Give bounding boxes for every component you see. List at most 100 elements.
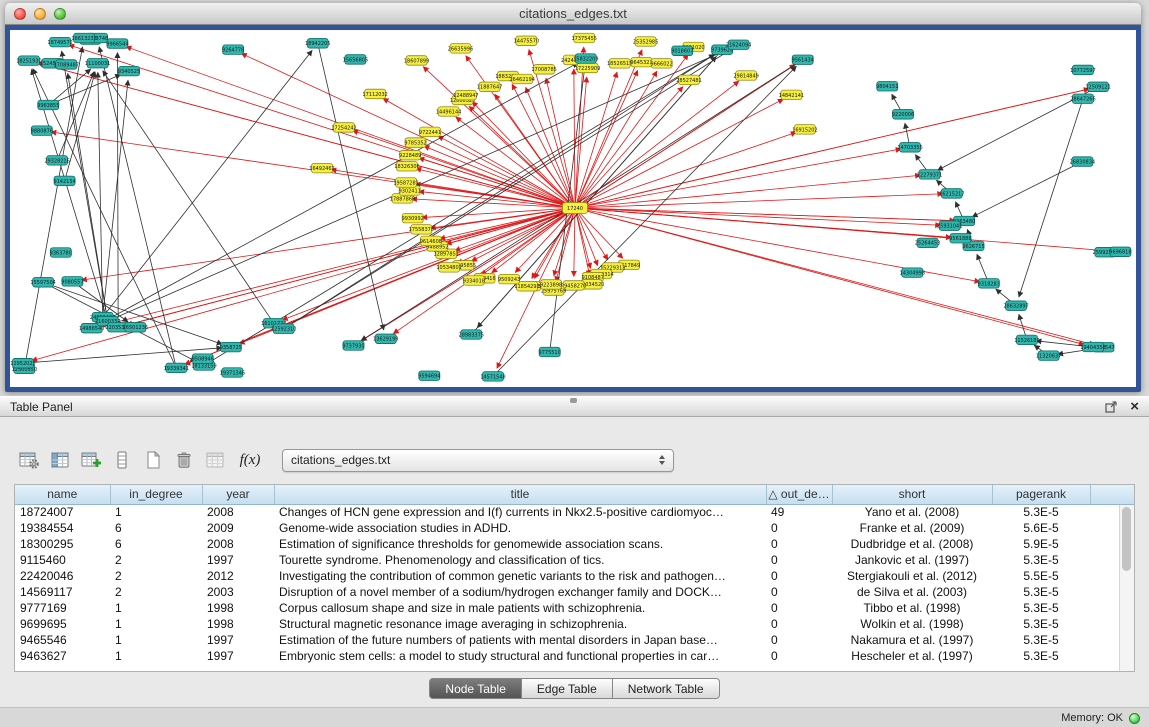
table-row[interactable]: 977716911998Corpus callosum shape and si… [15, 600, 1134, 616]
new-file-button[interactable] [140, 448, 166, 472]
graph-node-label: 18749572 [47, 40, 72, 46]
graph-edge[interactable] [579, 209, 1084, 345]
table-row[interactable]: 946554611997Estimation of the future num… [15, 632, 1134, 648]
close-panel-icon[interactable]: × [1130, 400, 1139, 414]
cell-year: 2012 [202, 568, 274, 584]
graph-edge[interactable] [526, 87, 574, 204]
tab-edge-table[interactable]: Edge Table [522, 678, 613, 699]
table-scrollbar-thumb[interactable] [1122, 507, 1131, 571]
graph-edge[interactable] [331, 169, 571, 207]
column-header-in_degree[interactable]: in_degree [110, 485, 202, 504]
memory-ok-indicator [1129, 713, 1140, 724]
graph-edge[interactable] [103, 71, 272, 320]
graph-edge[interactable] [892, 94, 901, 111]
table-settings-button[interactable] [16, 448, 42, 472]
window-titlebar[interactable]: citations_edges.txt [5, 3, 1141, 25]
graph-edge[interactable] [579, 99, 784, 206]
graph-edge[interactable] [579, 175, 921, 207]
minimize-window-button[interactable] [34, 8, 46, 20]
cell-short: Jankovic et al. (1997) [832, 552, 992, 568]
select-columns-button[interactable] [47, 448, 73, 472]
column-header-out_degree[interactable]: △ out_de… [766, 485, 832, 504]
graph-edge[interactable] [915, 155, 927, 172]
graph-edge[interactable] [579, 194, 943, 208]
graph-edge[interactable] [955, 202, 962, 218]
graph-node-label: 9508946 [192, 357, 214, 363]
table-body: 1872400712008Changes of HCN gene express… [15, 504, 1134, 664]
graph-edge[interactable] [95, 63, 578, 326]
graph-edge[interactable] [972, 163, 1079, 217]
graph-node-label: 14986540 [79, 326, 104, 332]
graph-node-label: 9018607 [671, 49, 693, 55]
graph-node-label: 14496144 [436, 109, 461, 115]
table-row[interactable]: 1938455462009Genome-wide association stu… [15, 520, 1134, 536]
rows-button[interactable] [109, 448, 135, 472]
delete-trash-icon [173, 450, 195, 470]
graph-node-label: 9080557 [61, 279, 83, 285]
tab-node-table[interactable]: Node Table [429, 678, 522, 699]
cell-pagerank: 5.5E-5 [992, 568, 1090, 584]
close-window-button[interactable] [14, 8, 26, 20]
cell-in_degree: 1 [110, 648, 202, 664]
column-header-year[interactable]: year [202, 485, 274, 504]
graph-node-label: 9363780 [50, 250, 72, 256]
graph-node-label: 9722441 [419, 130, 441, 136]
graph-edge[interactable] [574, 212, 575, 276]
graph-edge[interactable] [1019, 103, 1082, 298]
column-header-title[interactable]: title [274, 485, 766, 504]
add-column-button[interactable] [78, 448, 104, 472]
tab-network-table[interactable]: Network Table [613, 678, 720, 699]
graph-edge[interactable] [556, 212, 574, 282]
graph-edge[interactable] [422, 208, 571, 217]
panel-resize-handle[interactable] [570, 398, 577, 403]
delete-trash-button[interactable] [171, 448, 197, 472]
cell-name: 14569117 [15, 584, 110, 600]
graph-edge[interactable] [579, 132, 797, 206]
table-row[interactable]: 1830029562008Estimation of significance … [15, 536, 1134, 552]
graph-edge[interactable] [25, 47, 82, 365]
graph-edge[interactable] [127, 209, 571, 325]
graph-edge[interactable] [287, 50, 731, 327]
table-row[interactable]: 969969511998Structural magnetic resonanc… [15, 616, 1134, 632]
graph-edge[interactable] [47, 284, 222, 345]
graph-node-label: 9228489 [399, 153, 421, 159]
float-panel-icon[interactable] [1105, 401, 1118, 413]
graph-edge[interactable] [52, 75, 121, 104]
cell-name: 9699695 [15, 616, 110, 632]
graph-edge[interactable] [577, 54, 688, 205]
graph-edge[interactable] [579, 89, 1089, 207]
cell-name: 9115460 [15, 552, 110, 568]
cell-title: Disruption of a novel member of a sodium… [274, 584, 766, 600]
column-header-pagerank[interactable]: pagerank [992, 485, 1090, 504]
graph-edge[interactable] [474, 56, 716, 331]
graph-edge[interactable] [574, 69, 575, 204]
zoom-window-button[interactable] [54, 8, 66, 20]
graph-edge[interactable] [512, 84, 573, 204]
select-columns-icon [49, 450, 71, 470]
table-row[interactable]: 911546021997Tourette syndrome. Phenomeno… [15, 552, 1134, 568]
cell-in_degree: 2 [110, 552, 202, 568]
cell-title: Changes of HCN gene expression and I(f) … [274, 504, 766, 520]
table-row[interactable]: 1872400712008Changes of HCN gene express… [15, 504, 1134, 520]
graph-edge[interactable] [32, 209, 571, 361]
graph-edge[interactable] [100, 209, 571, 326]
graph-edge[interactable] [51, 69, 90, 102]
graph-edge[interactable] [905, 123, 909, 143]
network-canvas[interactable]: 1724094178491522931319989314910848722034… [10, 30, 1136, 387]
table-selector-dropdown[interactable]: citations_edges.txt [282, 449, 674, 472]
graph-node-label: 18526515 [607, 61, 632, 67]
graph-node-label: 9963855 [37, 103, 59, 109]
graph-edge[interactable] [977, 254, 987, 279]
table-row[interactable]: 1456911722003Disruption of a novel membe… [15, 584, 1134, 600]
table-scrollbar[interactable] [1119, 505, 1134, 671]
graph-edge[interactable] [578, 65, 795, 206]
cell-short: Nakamura et al. (1997) [832, 632, 992, 648]
table-row[interactable]: 2242004622012Investigating the contribut… [15, 568, 1134, 584]
merge-tables-button[interactable] [202, 448, 228, 472]
graph-edge[interactable] [59, 72, 95, 157]
column-header-short[interactable]: short [832, 485, 992, 504]
column-header-name[interactable]: name [15, 485, 110, 504]
table-row[interactable]: 946362711997Embryonic stem cells: a mode… [15, 648, 1134, 664]
function-builder-button[interactable]: f(x) [233, 448, 267, 472]
graph-edge[interactable] [471, 210, 571, 261]
